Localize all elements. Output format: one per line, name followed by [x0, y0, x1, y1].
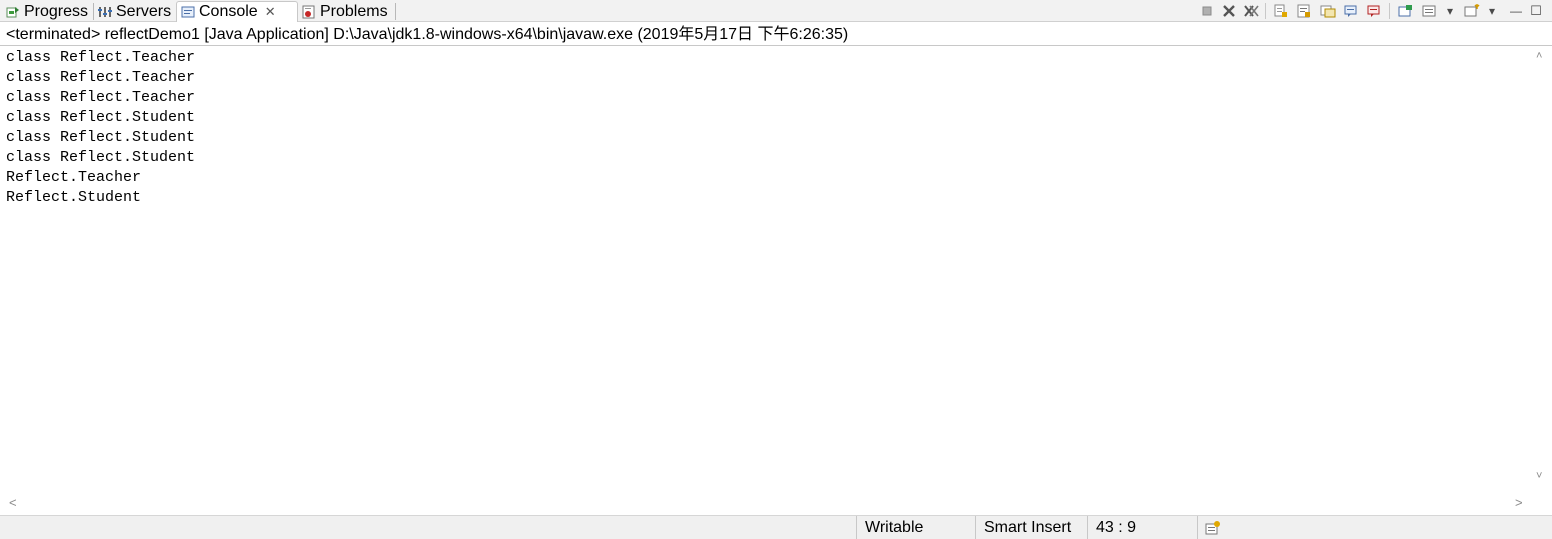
- console-icon: [181, 5, 195, 19]
- console-line: Reflect.Student: [6, 189, 142, 206]
- tab-label: Console: [199, 3, 258, 20]
- view-tab-bar: Progress Servers Console ✕ Problems ▾ ▾ …: [0, 0, 1552, 22]
- close-tab-icon[interactable]: ✕: [265, 4, 276, 20]
- tab-divider: [395, 3, 396, 20]
- console-line: class Reflect.Student: [6, 109, 196, 126]
- status-bar: Writable Smart Insert 43 : 9: [0, 515, 1552, 539]
- scroll-up-icon[interactable]: ˄: [1536, 50, 1542, 62]
- scroll-down-icon[interactable]: ˅: [1536, 470, 1542, 482]
- maximize-icon[interactable]: ☐: [1528, 3, 1544, 19]
- open-console-icon[interactable]: [1422, 3, 1438, 19]
- remove-all-terminated-icon[interactable]: [1243, 3, 1259, 19]
- remove-launch-icon[interactable]: [1221, 3, 1237, 19]
- scroll-left-icon[interactable]: <: [9, 495, 17, 510]
- tab-label: Problems: [320, 2, 388, 20]
- writable-status: Writable: [856, 516, 975, 539]
- new-console-icon[interactable]: [1464, 3, 1480, 19]
- display-console-icon[interactable]: [1398, 3, 1414, 19]
- insert-mode-status[interactable]: Smart Insert: [975, 516, 1087, 539]
- terminate-icon[interactable]: [1199, 3, 1215, 19]
- toolbar-divider: [1389, 3, 1390, 19]
- horizontal-scrollbar[interactable]: < >: [0, 492, 1552, 512]
- dropdown-icon[interactable]: ▾: [1484, 3, 1500, 19]
- show-on-stderr-icon[interactable]: [1344, 3, 1360, 19]
- servers-icon: [98, 5, 112, 19]
- vertical-scrollbar[interactable]: ˄ ˅: [1531, 46, 1552, 492]
- tab-divider: [93, 3, 94, 20]
- pin-console-icon[interactable]: [1367, 3, 1383, 19]
- problems-icon: [302, 5, 316, 19]
- minimize-icon[interactable]: —: [1508, 3, 1524, 19]
- tab-progress[interactable]: Progress: [6, 1, 88, 22]
- console-line: class Reflect.Student: [6, 129, 196, 146]
- console-line: Reflect.Teacher: [6, 169, 142, 186]
- tab-console[interactable]: Console ✕: [176, 1, 298, 22]
- mode-icon[interactable]: [1197, 516, 1237, 539]
- console-line: class Reflect.Teacher: [6, 69, 196, 86]
- tab-label: Servers: [116, 2, 172, 20]
- console-line: class Reflect.Student: [6, 149, 196, 166]
- scroll-right-icon[interactable]: >: [1515, 495, 1523, 510]
- tab-servers[interactable]: Servers: [98, 1, 171, 22]
- tab-problems[interactable]: Problems: [302, 1, 388, 22]
- cursor-position-status: 43 : 9: [1087, 516, 1197, 539]
- console-output[interactable]: class Reflect.Teacher class Reflect.Teac…: [2, 46, 1530, 492]
- scroll-lock-icon[interactable]: [1273, 3, 1289, 19]
- console-line: class Reflect.Teacher: [6, 49, 196, 66]
- show-on-stdout-icon[interactable]: [1320, 3, 1336, 19]
- tab-label: Progress: [24, 2, 89, 20]
- console-line: class Reflect.Teacher: [6, 89, 196, 106]
- process-status-header: <terminated> reflectDemo1 [Java Applicat…: [0, 24, 1552, 46]
- toolbar-divider: [1265, 3, 1266, 19]
- word-wrap-icon[interactable]: [1296, 3, 1312, 19]
- progress-icon: [6, 5, 20, 19]
- dropdown-icon[interactable]: ▾: [1442, 3, 1458, 19]
